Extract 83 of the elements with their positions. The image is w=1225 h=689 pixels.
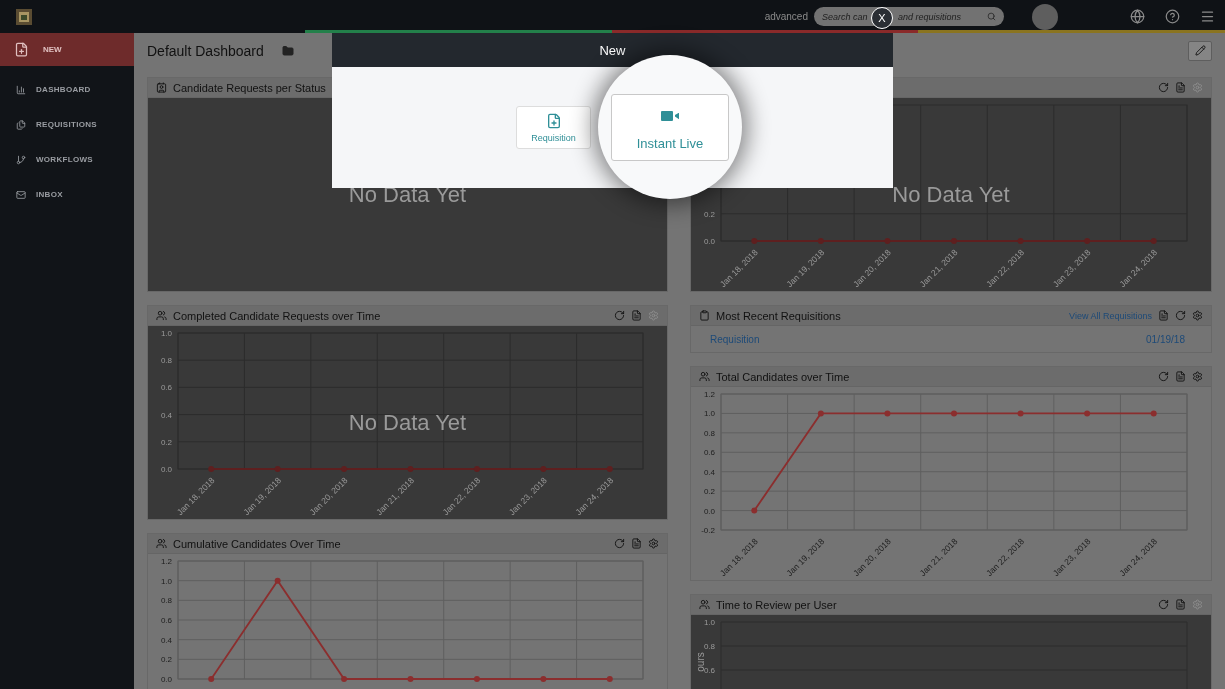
panel-title: Most Recent Requisitions: [716, 309, 841, 322]
folder-icon[interactable]: [281, 44, 294, 57]
axis-tick-label: 1.2: [703, 390, 715, 399]
refresh-icon[interactable]: [614, 310, 625, 321]
axis-tick-label: 0.6: [703, 666, 715, 675]
panel-title: Cumulative Candidates Over Time: [173, 537, 341, 550]
edit-button[interactable]: [1188, 40, 1212, 61]
option-button[interactable]: Requisition: [516, 106, 591, 149]
refresh-icon[interactable]: [1158, 599, 1169, 610]
empty-message: No Data Yet: [348, 410, 467, 436]
refresh-icon[interactable]: [1175, 310, 1186, 321]
axis-tick-label: 1.0: [703, 618, 715, 627]
document-icon[interactable]: [1175, 82, 1186, 93]
panel-title: Completed Candidate Requests over Time: [173, 309, 381, 322]
axis-tick-label: 0.8: [160, 596, 172, 606]
search-icon[interactable]: [987, 12, 996, 21]
axis-tick-label: 0.4: [160, 635, 172, 645]
search-field[interactable]: Search can: [822, 11, 870, 22]
refresh-icon[interactable]: [1158, 371, 1169, 382]
settings-icon[interactable]: [648, 538, 659, 549]
help-icon[interactable]: [1165, 9, 1180, 24]
axis-tick-label: 1.0: [703, 409, 715, 419]
axis-tick-label: 0.4: [160, 410, 172, 420]
axis-tick-label: 0.6: [703, 448, 715, 458]
new-icon: [14, 42, 29, 57]
file-plus-icon: [545, 112, 562, 129]
logo-icon: [16, 8, 32, 25]
axis-tick-label: 0.8: [160, 356, 172, 366]
axis-tick-label: 0.0: [160, 675, 172, 684]
axis-tick-label: 0.8: [703, 428, 715, 438]
axis-tick-label: 0.6: [160, 383, 172, 393]
axis-tick-label: 0.6: [160, 616, 172, 625]
axis-tick-label: 1.2: [160, 557, 172, 566]
axis-tick-label: -0.2: [701, 526, 715, 535]
sidebar-item[interactable]: INBOX: [0, 177, 134, 212]
panel-title: Candidate Requests per Status: [173, 81, 326, 94]
nav-icon: [16, 154, 26, 165]
panel-title: Total Candidates over Time: [716, 370, 850, 383]
panel-icon: [699, 599, 710, 610]
refresh-icon[interactable]: [1158, 82, 1169, 93]
sidebar-item[interactable]: REQUISITIONS: [0, 107, 134, 142]
sidebar-item[interactable]: DASHBOARD: [0, 72, 134, 107]
panel-icon: [699, 371, 710, 382]
axis-tick-label: 0.2: [160, 655, 172, 665]
axis-tick-label: 0.2: [703, 209, 715, 219]
axis-tick-label: 0.8: [703, 642, 715, 651]
panel-icon: [699, 310, 710, 321]
document-icon[interactable]: [1158, 310, 1169, 321]
settings-icon[interactable]: [1192, 371, 1203, 382]
globe-icon[interactable]: [1130, 9, 1145, 24]
axis-tick-label: 0.2: [703, 487, 715, 497]
option-button[interactable]: Instant Live: [611, 94, 729, 161]
requisition-date: 01/19/18: [1146, 333, 1185, 345]
axis-tick-label: 0.2: [160, 437, 172, 447]
axis-tick-label: 1.0: [160, 576, 172, 586]
settings-icon[interactable]: [1192, 310, 1203, 321]
new-button[interactable]: NEW: [0, 33, 134, 66]
axis-tick-label: 0.0: [703, 237, 715, 246]
dialog-title: New: [599, 42, 626, 58]
axis-tick-label: 1.0: [160, 329, 172, 338]
panel-icon: [156, 538, 167, 549]
document-icon[interactable]: [1175, 371, 1186, 382]
panel-title: Time to Review per User: [716, 598, 837, 611]
axis-tick-label: 0.0: [703, 506, 715, 516]
refresh-icon[interactable]: [614, 538, 625, 549]
panel-icon: [156, 82, 167, 93]
nav-icon: [16, 84, 26, 95]
document-icon[interactable]: [631, 538, 642, 549]
empty-message: No Data Yet: [348, 182, 467, 208]
axis-tick-label: 0.4: [703, 467, 715, 477]
advanced-link[interactable]: advanced: [764, 11, 808, 22]
empty-message: No Data Yet: [892, 182, 1010, 208]
pencil-icon: [1194, 45, 1206, 56]
sidebar-item[interactable]: WORKFLOWS: [0, 142, 134, 177]
document-icon[interactable]: [1175, 599, 1186, 610]
dashboard-title: Default Dashboard: [147, 42, 264, 59]
menu-icon[interactable]: [1200, 9, 1215, 24]
panel-icon: [156, 310, 167, 321]
axis-tick-label: 0.0: [160, 465, 172, 474]
nav-icon: [16, 119, 26, 130]
document-icon[interactable]: [631, 310, 642, 321]
avatar[interactable]: [1032, 3, 1058, 30]
nav-icon: [16, 189, 26, 200]
